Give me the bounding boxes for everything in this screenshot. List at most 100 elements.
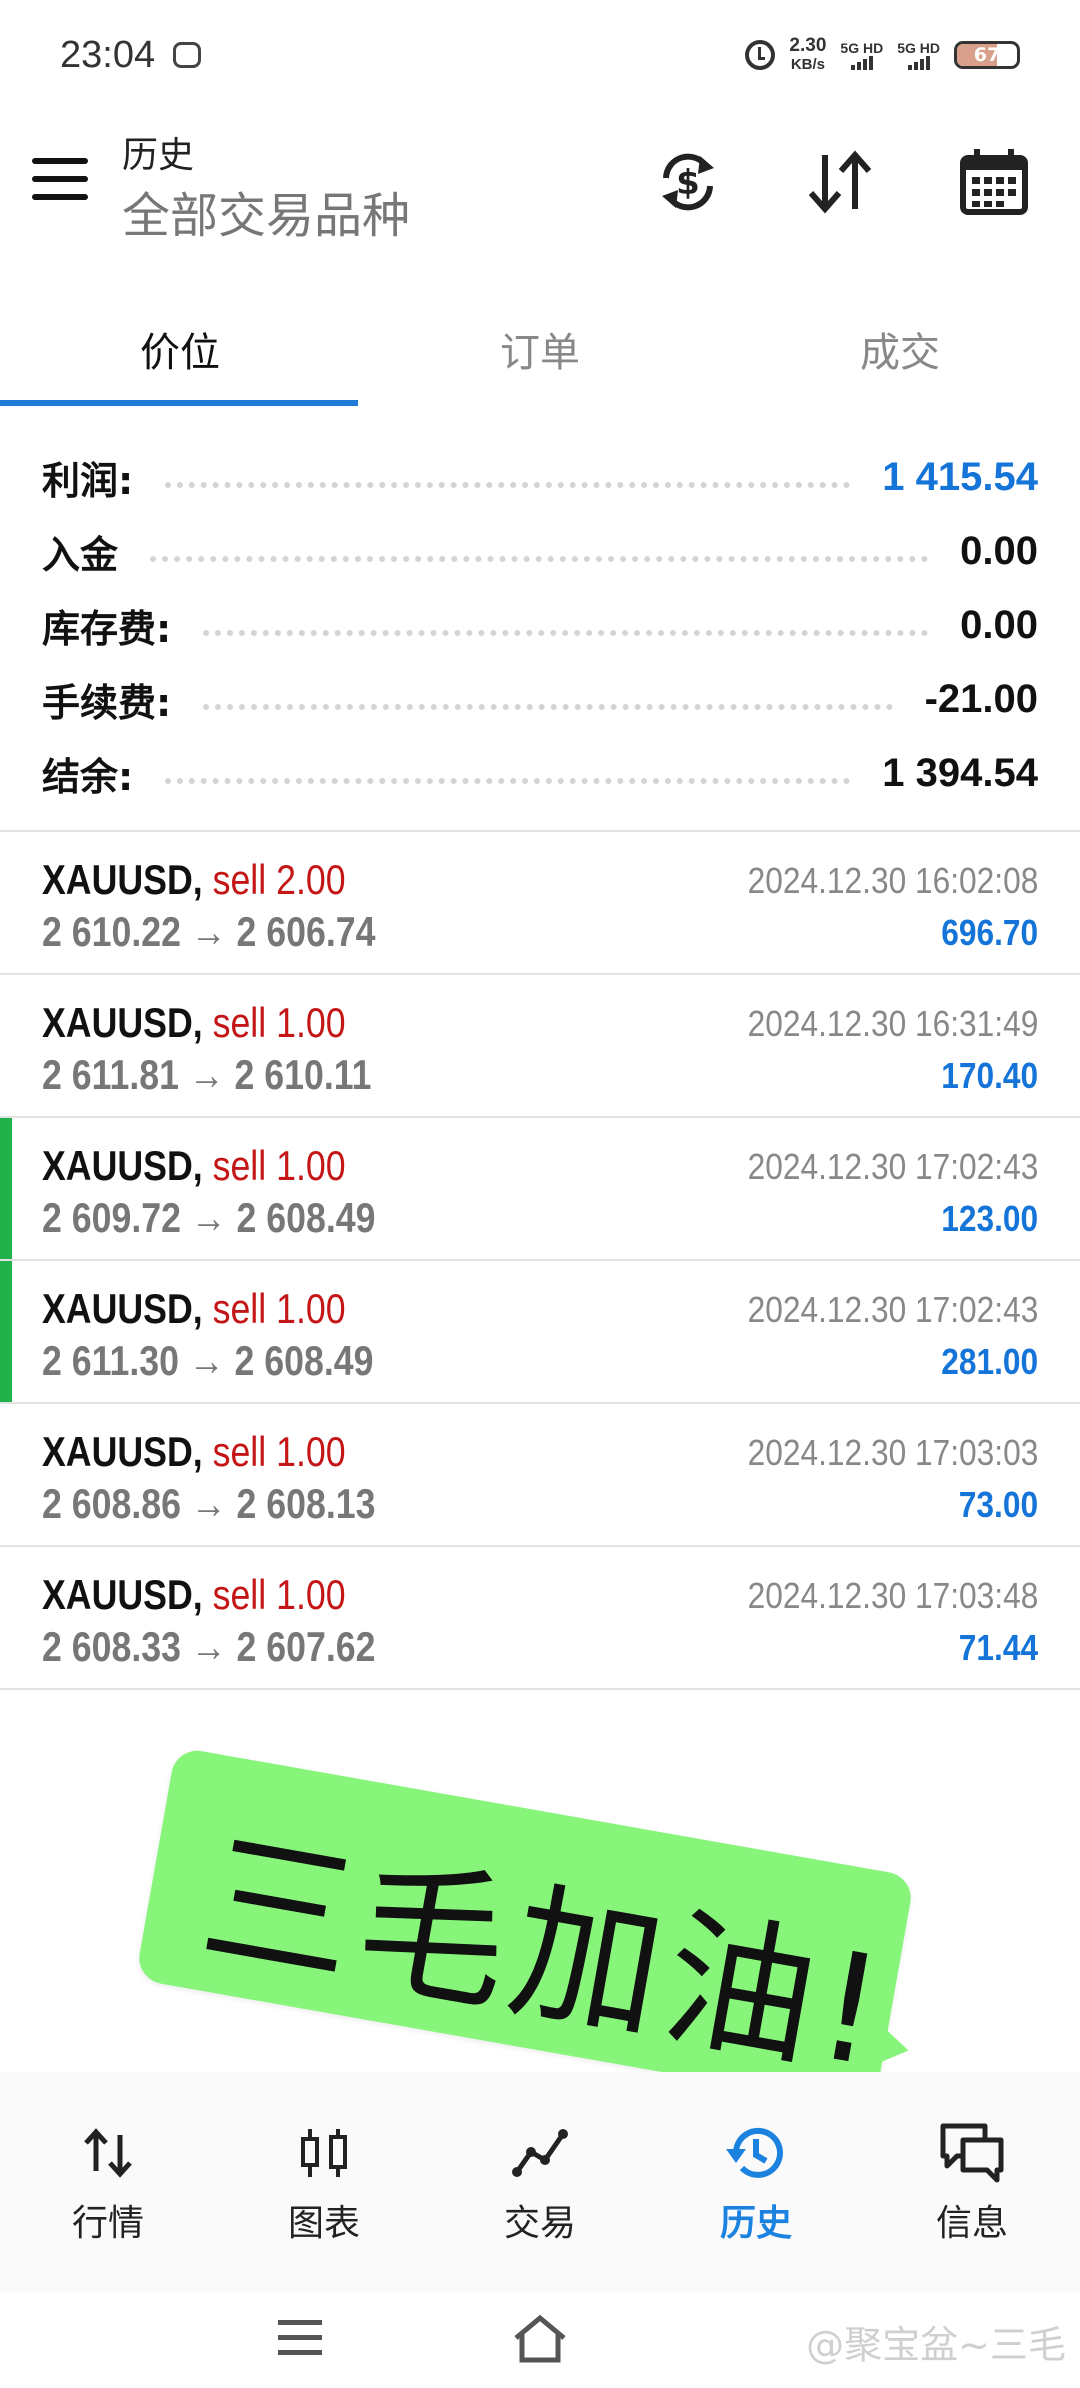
recent-apps-icon[interactable] [278,2320,322,2356]
nav-charts[interactable]: 图表 [216,2072,432,2292]
summary-row-deposit: 入金 0.00 [42,514,1038,588]
active-tab-indicator [0,400,358,406]
trade-icon [505,2118,575,2188]
summary-value: 1 415.54 [882,454,1038,499]
trade-time: 2024.12.30 17:03:03 [747,1432,1038,1473]
trade-symbol: XAUUSD, sell 1.00 [42,1571,346,1619]
sim1-label: 5G HD [840,39,884,56]
trade-prices: 2 608.86 → 2 608.13 [42,1480,376,1527]
dotted-leader [150,556,929,562]
dotted-leader [203,704,893,710]
network-speed-unit: KB/s [790,56,825,73]
sticker-text: 三毛加油! [190,1810,901,2102]
sort-icon[interactable] [802,144,878,220]
summary-value: 0.00 [960,528,1038,573]
nav-history[interactable]: 历史 [648,2072,864,2292]
summary-label: 库存费: [42,606,172,651]
status-indicators: 2.30 KB/s 5G HD 5G HD 67 [745,36,1020,74]
battery-icon: 67 [954,41,1020,69]
nav-messages[interactable]: 信息 [864,2072,1080,2292]
signal-bars-icon [840,55,883,70]
symbol-name: XAUUSD, [42,1142,203,1189]
dotted-leader [165,778,851,784]
trade-side: sell 2.00 [212,856,346,903]
dotted-leader [165,482,851,488]
notification-app-icon [173,42,202,68]
trade-side: sell 1.00 [212,1142,346,1189]
trade-side: sell 1.00 [212,1571,346,1618]
nav-label: 信息 [935,2203,1008,2244]
symbol-name: XAUUSD, [42,1571,203,1618]
sim2-label: 5G HD [897,39,940,56]
cheer-sticker: 三毛加油! [135,1746,915,2110]
summary-label: 结余: [42,754,134,799]
trade-symbol: XAUUSD, sell 1.00 [42,1285,346,1333]
tab-positions[interactable]: 价位 [0,290,360,408]
status-bar: 23:04 2.30 KB/s 5G HD 5G HD 67 [0,0,1080,110]
quotes-icon [73,2118,143,2188]
trade-prices: 2 608.33 → 2 607.62 [42,1623,376,1670]
tab-deals[interactable]: 成交 [720,290,1080,408]
currency-exchange-icon[interactable]: $ [650,144,726,220]
tab-orders[interactable]: 订单 [360,290,720,408]
system-navigation: @聚宝盆~三毛 [0,2292,1080,2388]
signal-bars-icon [897,55,940,70]
summary-row-commission: 手续费: -21.00 [42,662,1038,736]
sim2-signal: 5G HD [897,39,940,70]
summary-value: 1 394.54 [882,750,1038,795]
symbol-name: XAUUSD, [42,999,203,1046]
trade-time: 2024.12.30 17:02:43 [747,1146,1038,1187]
trade-side: sell 1.00 [212,999,346,1046]
trade-side: sell 1.00 [212,1285,346,1332]
page-title: 历史 [122,135,195,176]
history-icon [721,2118,791,2188]
symbol-name: XAUUSD, [42,1285,203,1332]
summary-label: 入金 [42,532,119,577]
app-header: 历史 全部交易品种 $ [0,120,1080,260]
trade-symbol: XAUUSD, sell 1.00 [42,1142,346,1190]
messages-icon [937,2118,1007,2188]
history-tabs: 价位 订单 成交 [0,290,1080,408]
trade-time: 2024.12.30 17:02:43 [747,1289,1038,1330]
trade-row[interactable]: XAUUSD, sell 1.00 2 609.72 → 2 608.49 20… [0,1118,1080,1261]
trade-row[interactable]: XAUUSD, sell 1.00 2 608.86 → 2 608.13 20… [0,1404,1080,1547]
nav-label: 交易 [503,2203,576,2244]
nav-label: 图表 [287,2203,360,2244]
nav-label: 行情 [71,2203,144,2244]
nav-label: 历史 [719,2203,792,2244]
network-speed-value: 2.30 [789,35,827,56]
trade-prices: 2 611.81 → 2 610.11 [42,1051,372,1098]
home-icon[interactable] [510,2310,570,2370]
symbol-name: XAUUSD, [42,1428,203,1475]
trade-row[interactable]: XAUUSD, sell 2.00 2 610.22 → 2 606.74 20… [0,832,1080,975]
battery-percent: 67 [973,44,1001,66]
symbol-name: XAUUSD, [42,856,203,903]
calendar-icon[interactable] [956,144,1032,220]
alarm-icon [745,40,776,70]
sim1-signal: 5G HD [840,39,884,70]
trade-side: sell 1.00 [212,1428,346,1475]
trade-list: XAUUSD, sell 2.00 2 610.22 → 2 606.74 20… [0,830,1080,1690]
status-time: 23:04 [60,33,156,76]
trade-profit: 170.40 [941,1055,1038,1096]
svg-text:$: $ [676,163,700,203]
watermark: @聚宝盆~三毛 [806,2323,1066,2367]
trade-prices: 2 611.30 → 2 608.49 [42,1337,374,1384]
trade-row[interactable]: XAUUSD, sell 1.00 2 611.81 → 2 610.11 20… [0,975,1080,1118]
trade-profit: 71.44 [958,1627,1038,1668]
bottom-navigation: 行情 图表 交易 历史 信息 [0,2072,1080,2292]
symbol-filter[interactable]: 全部交易品种 [122,176,410,246]
nav-trade[interactable]: 交易 [432,2072,648,2292]
summary-row-swap: 库存费: 0.00 [42,588,1038,662]
trade-symbol: XAUUSD, sell 2.00 [42,856,346,904]
nav-quotes[interactable]: 行情 [0,2072,216,2292]
menu-icon[interactable] [32,158,88,200]
account-summary: 利润: 1 415.54 入金 0.00 库存费: 0.00 手续费: -21.… [42,440,1038,810]
trade-row[interactable]: XAUUSD, sell 1.00 2 608.33 → 2 607.62 20… [0,1547,1080,1690]
trade-time: 2024.12.30 17:03:48 [747,1575,1038,1616]
summary-label: 手续费: [42,680,172,725]
trade-row[interactable]: XAUUSD, sell 1.00 2 611.30 → 2 608.49 20… [0,1261,1080,1404]
trade-prices: 2 610.22 → 2 606.74 [42,908,376,955]
trade-prices: 2 609.72 → 2 608.49 [42,1194,376,1241]
trade-profit: 696.70 [941,912,1038,953]
